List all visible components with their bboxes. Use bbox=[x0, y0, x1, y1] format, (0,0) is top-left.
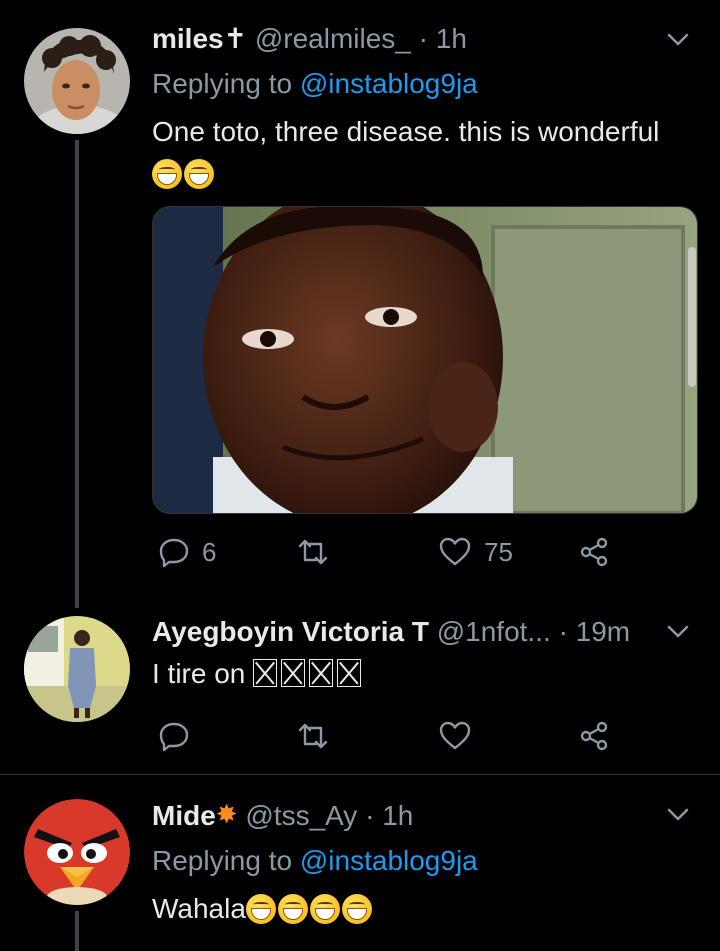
grinning-squinting-emoji-icon bbox=[152, 159, 182, 189]
chevron-down-icon[interactable] bbox=[664, 26, 692, 54]
missing-glyph-icon bbox=[337, 659, 362, 687]
replying-to: Replying to @instablog9ja bbox=[152, 845, 478, 877]
user-handle[interactable]: @1nfot... bbox=[437, 616, 551, 647]
share-icon bbox=[580, 721, 608, 751]
like-count: 75 bbox=[484, 536, 513, 567]
missing-glyph-icon bbox=[253, 659, 278, 687]
missing-glyph-icon bbox=[309, 659, 334, 687]
retweet-icon bbox=[298, 723, 328, 749]
retweet-button[interactable] bbox=[296, 716, 330, 756]
display-name[interactable]: Mide bbox=[152, 800, 216, 831]
grinning-squinting-emoji-icon bbox=[245, 894, 276, 924]
avatar-mide[interactable] bbox=[24, 799, 130, 905]
user-handle[interactable]: @tss_Ay bbox=[245, 800, 357, 831]
tweet-mide[interactable]: Mide✸ @tss_Ay · 1h Replying to @instablo… bbox=[0, 775, 720, 951]
timestamp[interactable]: · 1h bbox=[365, 800, 413, 831]
timestamp[interactable]: · 1h bbox=[419, 23, 467, 54]
replying-to-label: Replying to bbox=[152, 68, 300, 99]
reply-button[interactable] bbox=[158, 716, 190, 756]
tweet-text-content: Wahala bbox=[152, 893, 246, 924]
tweet-text: I tire on bbox=[152, 658, 365, 690]
replying-to-handle[interactable]: @instablog9ja bbox=[300, 68, 478, 99]
timestamp[interactable]: · 19m bbox=[559, 616, 631, 647]
reply-icon bbox=[159, 538, 189, 568]
collision-emoji-icon: ✸ bbox=[215, 799, 238, 829]
replying-to: Replying to @instablog9ja bbox=[152, 68, 478, 100]
chevron-down-icon[interactable] bbox=[664, 801, 692, 829]
tweet-actions: 6 75 bbox=[152, 532, 652, 572]
tweet-emojis bbox=[152, 158, 216, 190]
thread-line bbox=[75, 911, 79, 951]
grinning-squinting-emoji-icon bbox=[184, 159, 214, 189]
tweet-miles[interactable]: miles✝ @realmiles_ · 1h Replying to @ins… bbox=[0, 0, 720, 608]
like-button[interactable]: 75 bbox=[438, 532, 513, 572]
share-button[interactable] bbox=[578, 716, 610, 756]
grinning-squinting-emoji-icon bbox=[341, 894, 372, 924]
replying-to-handle[interactable]: @instablog9ja bbox=[300, 845, 478, 876]
replying-to-label: Replying to bbox=[152, 845, 300, 876]
share-icon bbox=[580, 537, 608, 567]
photo-man-face bbox=[153, 207, 697, 513]
tweet-header: Mide✸ @tss_Ay · 1h bbox=[152, 799, 413, 832]
tweet-text-content: One toto, three disease. this is wonderf… bbox=[152, 116, 660, 147]
display-name[interactable]: Ayegboyin Victoria T bbox=[152, 616, 429, 647]
heart-icon bbox=[439, 537, 471, 566]
missing-glyph-icon bbox=[281, 659, 306, 687]
tweet-text: One toto, three disease. this is wonderf… bbox=[152, 116, 659, 148]
grinning-squinting-emoji-icon bbox=[309, 894, 340, 924]
reply-count: 6 bbox=[202, 536, 217, 567]
tweet-text-content: I tire on bbox=[152, 658, 254, 689]
avatar-miles[interactable] bbox=[24, 28, 130, 134]
reply-button[interactable]: 6 bbox=[158, 532, 216, 572]
like-button[interactable] bbox=[438, 716, 472, 756]
tweet-header: miles✝ @realmiles_ · 1h bbox=[152, 22, 467, 55]
share-button[interactable] bbox=[578, 532, 610, 572]
display-name[interactable]: miles bbox=[152, 23, 224, 54]
retweet-button[interactable] bbox=[296, 532, 330, 572]
tweet-text: Wahala bbox=[152, 893, 374, 925]
chevron-down-icon[interactable] bbox=[664, 618, 692, 646]
grinning-squinting-emoji-icon bbox=[277, 894, 308, 924]
thread-line bbox=[75, 140, 79, 608]
retweet-icon bbox=[298, 539, 328, 565]
tweet-victoria[interactable]: Ayegboyin Victoria T @1nfot... · 19m I t… bbox=[0, 600, 720, 774]
user-handle[interactable]: @realmiles_ bbox=[255, 23, 411, 54]
tweet-image[interactable] bbox=[152, 206, 698, 514]
reply-icon bbox=[159, 722, 189, 752]
tweet-actions bbox=[152, 716, 652, 756]
heart-icon bbox=[439, 721, 471, 750]
avatar-victoria[interactable] bbox=[24, 616, 130, 722]
name-cross-symbol: ✝ bbox=[223, 23, 248, 54]
tweet-header: Ayegboyin Victoria T @1nfot... · 19m bbox=[152, 616, 630, 648]
